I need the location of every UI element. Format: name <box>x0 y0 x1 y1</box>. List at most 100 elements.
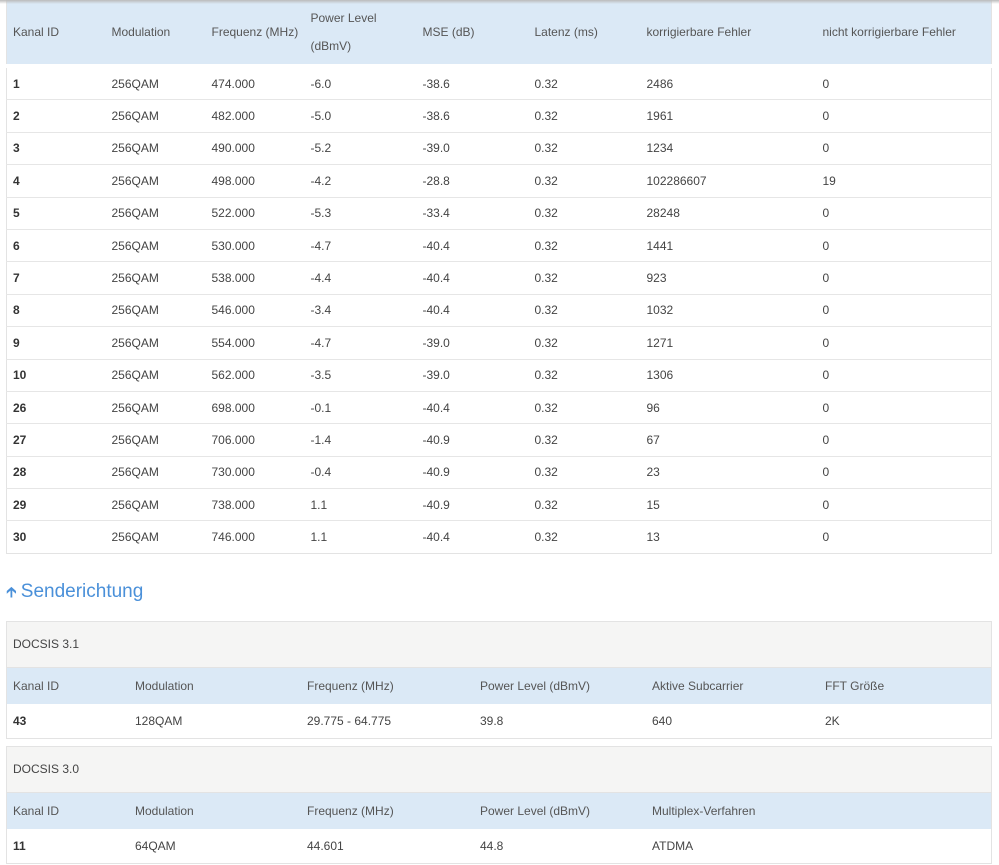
cell: 0 <box>816 520 992 554</box>
cell: 698.000 <box>205 390 305 424</box>
section-title: Senderichtung <box>20 581 144 602</box>
table-row: 7 256QAM 538.000 -4.4 -40.4 0.32 923 0 <box>6 261 992 295</box>
cell: 128QAM <box>135 714 183 728</box>
table-row: 43 128QAM 29.775 - 64.775 39.8 640 2K <box>7 704 991 738</box>
cell: 1032 <box>640 293 817 327</box>
cell: 530.000 <box>205 228 305 262</box>
cell: 0.32 <box>528 326 641 360</box>
table-row: 8 256QAM 546.000 -3.4 -40.4 0.32 1032 0 <box>6 293 992 327</box>
cell: 0.32 <box>528 196 641 230</box>
cell: 522.000 <box>205 196 305 230</box>
column-header: Kanal ID <box>7 793 129 829</box>
table-row: 28 256QAM 730.000 -0.4 -40.9 0.32 23 0 <box>6 455 992 489</box>
cell: 9 <box>6 326 106 360</box>
cell: 256QAM <box>105 293 206 327</box>
cell: 0 <box>816 455 992 489</box>
cell: 3 <box>6 131 106 165</box>
cell: 923 <box>640 261 817 295</box>
cell: 0.32 <box>528 228 641 262</box>
table-row: 30 256QAM 746.000 1.1 -40.4 0.32 13 0 <box>6 520 992 554</box>
cell: 730.000 <box>205 455 305 489</box>
cell: -0.4 <box>304 455 417 489</box>
cell: -4.7 <box>304 326 417 360</box>
cell: -5.2 <box>304 131 417 165</box>
cell: 67 <box>640 423 817 457</box>
cell: -40.9 <box>416 455 529 489</box>
cell: 8 <box>6 293 106 327</box>
docsis30-panel: DOCSIS 3.0 Kanal ID Modulation Frequenz (M… <box>6 746 992 864</box>
cell: -4.7 <box>304 228 417 262</box>
table-row: 4 256QAM 498.000 -4.2 -28.8 0.32 102286607 19 <box>6 164 992 198</box>
cell: 96 <box>640 390 817 424</box>
cell: 546.000 <box>205 293 305 327</box>
cell: 6 <box>6 228 106 262</box>
cell: 640 <box>652 714 673 728</box>
cell: 0.32 <box>528 293 641 327</box>
col-mse: MSE (dB) <box>416 0 529 68</box>
cell: 102286607 <box>640 164 817 198</box>
section-heading-senderichtung: 🡱 Senderichtung <box>6 581 143 607</box>
cell: 0 <box>816 488 992 521</box>
cell: 4 <box>6 164 106 198</box>
column-header: Frequenz (MHz) <box>301 668 474 704</box>
cell: 554.000 <box>205 326 305 360</box>
cell: 43 <box>13 714 27 728</box>
cell: -0.1 <box>304 390 417 424</box>
cell: 1.1 <box>304 520 417 554</box>
cell: 256QAM <box>105 488 206 521</box>
docsis30-table: Kanal ID Modulation Frequenz (MHz) Power Le… <box>7 793 991 863</box>
cell: 44.8 <box>480 839 504 853</box>
cell: 738.000 <box>205 488 305 521</box>
cell: 0 <box>816 261 992 295</box>
cell: 490.000 <box>205 131 305 165</box>
cell: -40.4 <box>416 293 529 327</box>
cell: 498.000 <box>205 164 305 198</box>
cell: -5.3 <box>304 196 417 230</box>
cell: -1.4 <box>304 423 417 457</box>
cell: 28 <box>6 455 106 489</box>
cell: 1.1 <box>304 488 417 521</box>
cell: 28248 <box>640 196 817 230</box>
cell: 256QAM <box>105 196 206 230</box>
cell: -6.0 <box>304 65 417 100</box>
col-nicht-korrigierbare: nicht korrigierbare Fehler <box>816 0 992 68</box>
cell: 706.000 <box>205 423 305 457</box>
cell: -40.9 <box>416 423 529 457</box>
cell: 562.000 <box>205 358 305 392</box>
table-row: 3 256QAM 490.000 -5.2 -39.0 0.32 1234 0 <box>6 131 992 165</box>
col-power-level: Power Level (dBmV) <box>304 0 417 68</box>
cell: 0.32 <box>528 390 641 424</box>
downstream-table: Kanal ID Modulation Frequenz (MHz) Power… <box>6 0 992 554</box>
cell: 0.32 <box>528 488 641 521</box>
col-modulation: Modulation <box>105 0 206 68</box>
col-latenz: Latenz (ms) <box>528 0 641 68</box>
cell: -4.4 <box>304 261 417 295</box>
cell: 26 <box>6 390 106 424</box>
cell: 15 <box>640 488 817 521</box>
cell: 1441 <box>640 228 817 262</box>
cell: 256QAM <box>105 99 206 133</box>
cell: -39.0 <box>416 326 529 360</box>
cell: 0.32 <box>528 358 641 392</box>
table-row: 5 256QAM 522.000 -5.3 -33.4 0.32 28248 0 <box>6 196 992 230</box>
cell: 0 <box>816 228 992 262</box>
cell: 256QAM <box>105 164 206 198</box>
column-header: Modulation <box>129 793 301 829</box>
cell: -3.5 <box>304 358 417 392</box>
cell: 0.32 <box>528 261 641 295</box>
cell: 256QAM <box>105 423 206 457</box>
cell: -4.2 <box>304 164 417 198</box>
cell: 1961 <box>640 99 817 133</box>
cell: -38.6 <box>416 65 529 100</box>
cell: 44.601 <box>307 839 344 853</box>
cell: 538.000 <box>205 261 305 295</box>
col-korrigierbare: korrigierbare Fehler <box>640 0 817 68</box>
column-header: Power Level (dBmV) <box>474 793 646 829</box>
cell: 256QAM <box>105 520 206 554</box>
power-level-unit: (dBmV) <box>310 39 352 53</box>
cell: 0 <box>816 423 992 457</box>
table-row: 26 256QAM 698.000 -0.1 -40.4 0.32 96 0 <box>6 390 992 424</box>
cell: 256QAM <box>105 65 206 100</box>
cell: -40.4 <box>416 261 529 295</box>
table-row: 29 256QAM 738.000 1.1 -40.9 0.32 15 0 <box>6 488 992 521</box>
